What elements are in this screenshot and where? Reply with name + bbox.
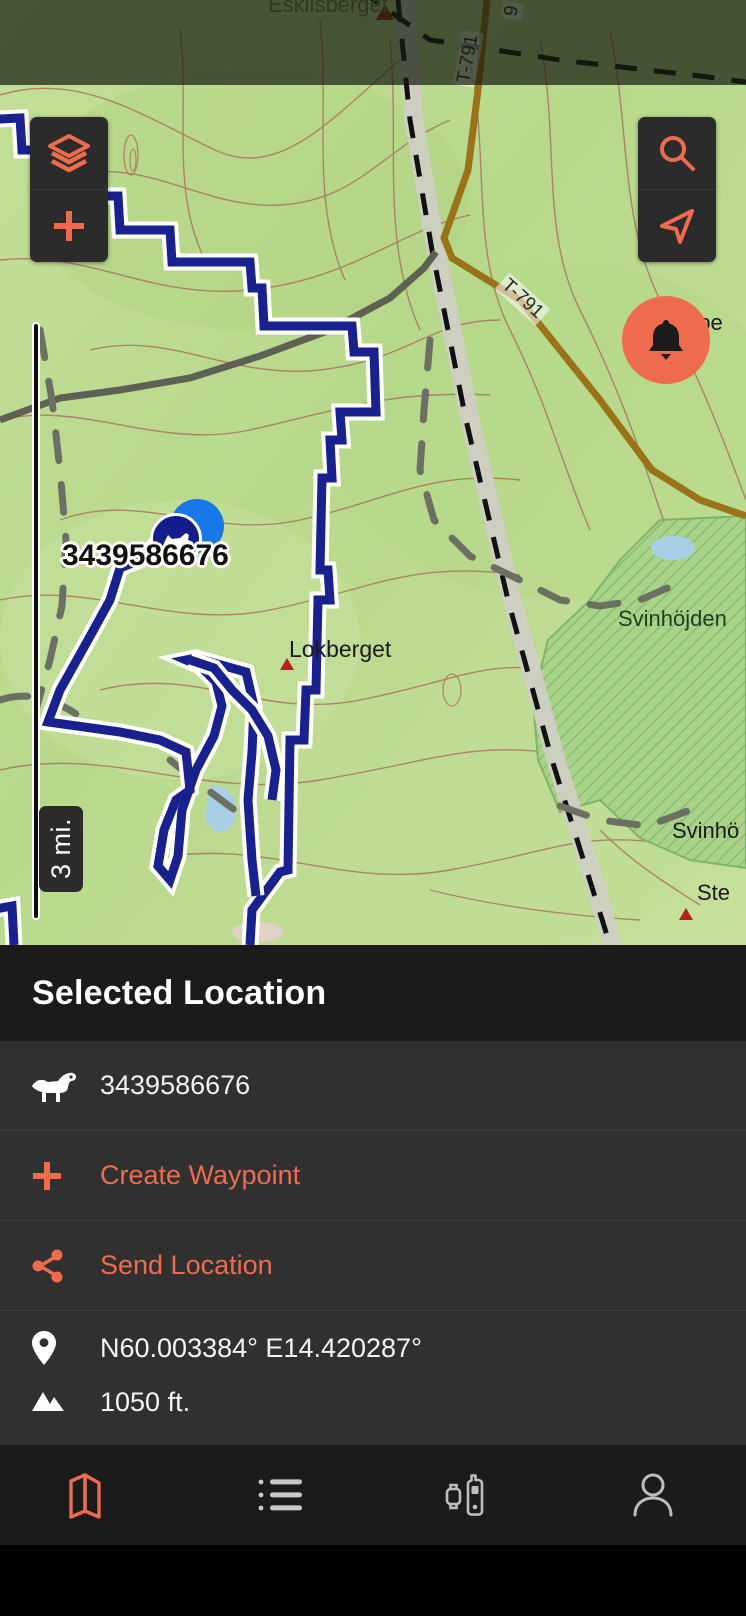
elevation-line: 1050 ft.	[30, 1375, 746, 1429]
map-road-label: 9	[500, 0, 525, 22]
map-canvas[interactable]: Eskilsberget Lokberget Svinhöjden Svinhö Ste…	[0, 0, 746, 945]
search-button[interactable]	[638, 117, 716, 189]
plus-icon	[54, 211, 84, 241]
bell-icon	[649, 320, 683, 360]
dog-row-label: 3439586676	[100, 1070, 251, 1100]
map-place-label: Eskilsberget	[268, 0, 388, 17]
map-icon	[69, 1473, 101, 1519]
alerts-button[interactable]	[622, 296, 710, 384]
create-waypoint-row[interactable]: Create Waypoint	[0, 1131, 746, 1221]
map-scale-text: 3 mi.	[45, 818, 76, 880]
devices-icon	[445, 1474, 484, 1516]
create-waypoint-label: Create Waypoint	[100, 1160, 301, 1190]
elevation-value: 1050 ft.	[100, 1386, 191, 1417]
person-icon	[633, 1473, 673, 1517]
selected-location-sheet: Selected Location 3439586676 Create Wayp…	[0, 945, 746, 1445]
map-left-controls	[30, 117, 108, 262]
navigation-arrow-icon	[660, 209, 694, 244]
map-place-label: Ste	[697, 880, 731, 905]
coordinates-line: N60.003384° E14.420287°	[30, 1321, 746, 1375]
search-icon	[660, 136, 695, 171]
nav-devices[interactable]	[373, 1445, 560, 1545]
nav-list[interactable]	[187, 1445, 374, 1545]
layers-button[interactable]	[30, 117, 108, 189]
locate-me-button[interactable]	[638, 189, 716, 262]
nav-account[interactable]	[560, 1445, 746, 1545]
page-title: Selected Location	[32, 973, 327, 1012]
map-render	[0, 0, 746, 945]
share-icon	[30, 1248, 86, 1284]
dog-row[interactable]: 3439586676	[0, 1041, 746, 1131]
bottom-navigation	[0, 1445, 746, 1545]
sheet-header: Selected Location	[0, 945, 746, 1041]
system-home-bar	[0, 1545, 746, 1616]
map-pin-icon	[30, 1330, 86, 1366]
list-icon	[258, 1479, 302, 1511]
map-place-label: Lokberget	[289, 636, 392, 662]
mountain-icon	[30, 1389, 86, 1415]
send-location-row[interactable]: Send Location	[0, 1221, 746, 1311]
send-location-label: Send Location	[100, 1250, 273, 1280]
dog-marker-label: 3439586676	[62, 539, 229, 572]
plus-icon	[30, 1159, 86, 1193]
map-place-label: Svinhö	[672, 818, 740, 843]
map-scale-label: 3 mi.	[39, 806, 83, 892]
dog-icon	[30, 1068, 86, 1104]
nav-map[interactable]	[0, 1445, 187, 1545]
layers-icon	[48, 134, 90, 173]
map-right-controls	[638, 117, 716, 262]
map-place-label: Svinhöjden	[618, 606, 727, 631]
zoom-in-button[interactable]	[30, 189, 108, 262]
location-details: N60.003384° E14.420287° 1050 ft.	[0, 1311, 746, 1429]
coordinates-value: N60.003384° E14.420287°	[100, 1332, 422, 1363]
